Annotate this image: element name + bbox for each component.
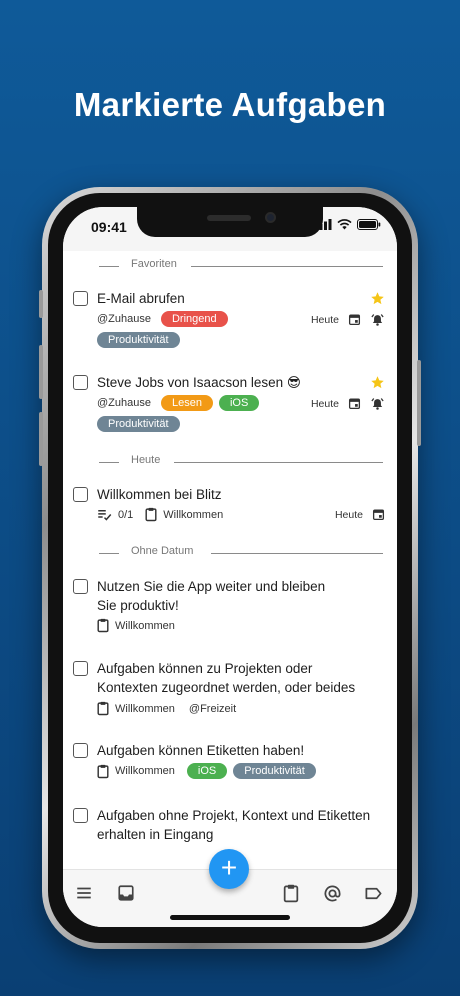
status-time: 09:41: [91, 219, 127, 235]
headline: Markierte Aufgaben: [73, 86, 387, 123]
volume-up-button: [39, 345, 43, 399]
project-label: Willkommen: [115, 619, 175, 632]
star-icon[interactable]: [370, 291, 385, 306]
task-title: Aufgaben können Etiketten haben!: [97, 743, 305, 758]
task-checkbox[interactable]: [73, 375, 88, 390]
task-title: Aufgaben ohne Projekt, Kontext und Etike…: [97, 808, 371, 842]
task-title: Steve Jobs von Isaacson lesen 😎: [97, 375, 301, 390]
battery-icon: [357, 219, 381, 230]
calendar-icon: [348, 398, 361, 410]
add-task-button[interactable]: +: [209, 849, 249, 889]
power-button: [417, 360, 421, 446]
inbox-icon[interactable]: [117, 884, 135, 902]
menu-icon[interactable]: [75, 884, 93, 902]
context-label: @Zuhause: [97, 397, 151, 409]
tag-chip: iOS: [186, 763, 228, 779]
task-checkbox[interactable]: [73, 743, 88, 758]
app-screen: 09:41 Favoriten E-Mail abrufen @Zuhause …: [63, 207, 397, 927]
tag-chip: iOS: [218, 395, 260, 411]
clipboard-icon[interactable]: [283, 884, 299, 903]
clipboard-icon: [145, 507, 157, 522]
tag-chip: Dringend: [160, 311, 228, 327]
project-label: Willkommen: [163, 508, 224, 521]
task-checkbox[interactable]: [73, 487, 88, 502]
section-header-ohne-datum: Ohne Datum: [63, 545, 397, 561]
clipboard-icon: [97, 764, 109, 778]
tag-chip: Lesen: [160, 395, 213, 411]
section-header-favoriten: Favoriten: [63, 258, 397, 274]
clipboard-icon: [97, 618, 109, 633]
volume-down-button: [39, 412, 43, 466]
section-header-heute: Heute: [63, 454, 397, 470]
tag-chip: Produktivität: [97, 332, 180, 348]
task-title: Aufgaben können zu Projekten oder Kontex…: [97, 661, 356, 695]
calendar-icon: [372, 509, 385, 521]
checklist-count: 0/1: [118, 508, 134, 521]
project-label: Willkommen: [115, 702, 175, 715]
home-indicator: [170, 915, 290, 920]
tag-chip: Produktivität: [97, 416, 180, 432]
alarm-icon: [371, 398, 384, 410]
context-label: @Freizeit: [188, 702, 237, 715]
due-label: Heute: [310, 313, 339, 326]
task-title: E-Mail abrufen: [97, 291, 185, 306]
notch: [137, 207, 323, 237]
alarm-icon: [371, 314, 384, 326]
task-title: Nutzen Sie die App weiter und bleiben Si…: [97, 579, 326, 613]
task-checkbox[interactable]: [73, 579, 88, 594]
task-title: Willkommen bei Blitz: [97, 487, 222, 502]
task-checkbox[interactable]: [73, 661, 88, 676]
project-label: Willkommen: [115, 765, 175, 777]
at-sign-icon[interactable]: [323, 884, 342, 903]
silent-switch: [39, 290, 43, 318]
star-icon[interactable]: [370, 375, 385, 390]
tag-chip: Produktivität: [233, 763, 316, 779]
clipboard-icon: [97, 701, 109, 716]
calendar-icon: [348, 314, 361, 326]
task-checkbox[interactable]: [73, 808, 88, 823]
context-label: @Zuhause: [97, 313, 151, 325]
task-checkbox[interactable]: [73, 291, 88, 306]
due-label: Heute: [310, 397, 339, 410]
wifi-icon: [337, 219, 352, 230]
checklist-icon: [98, 510, 112, 521]
due-label: Heute: [334, 508, 363, 521]
label-icon[interactable]: [364, 884, 383, 903]
